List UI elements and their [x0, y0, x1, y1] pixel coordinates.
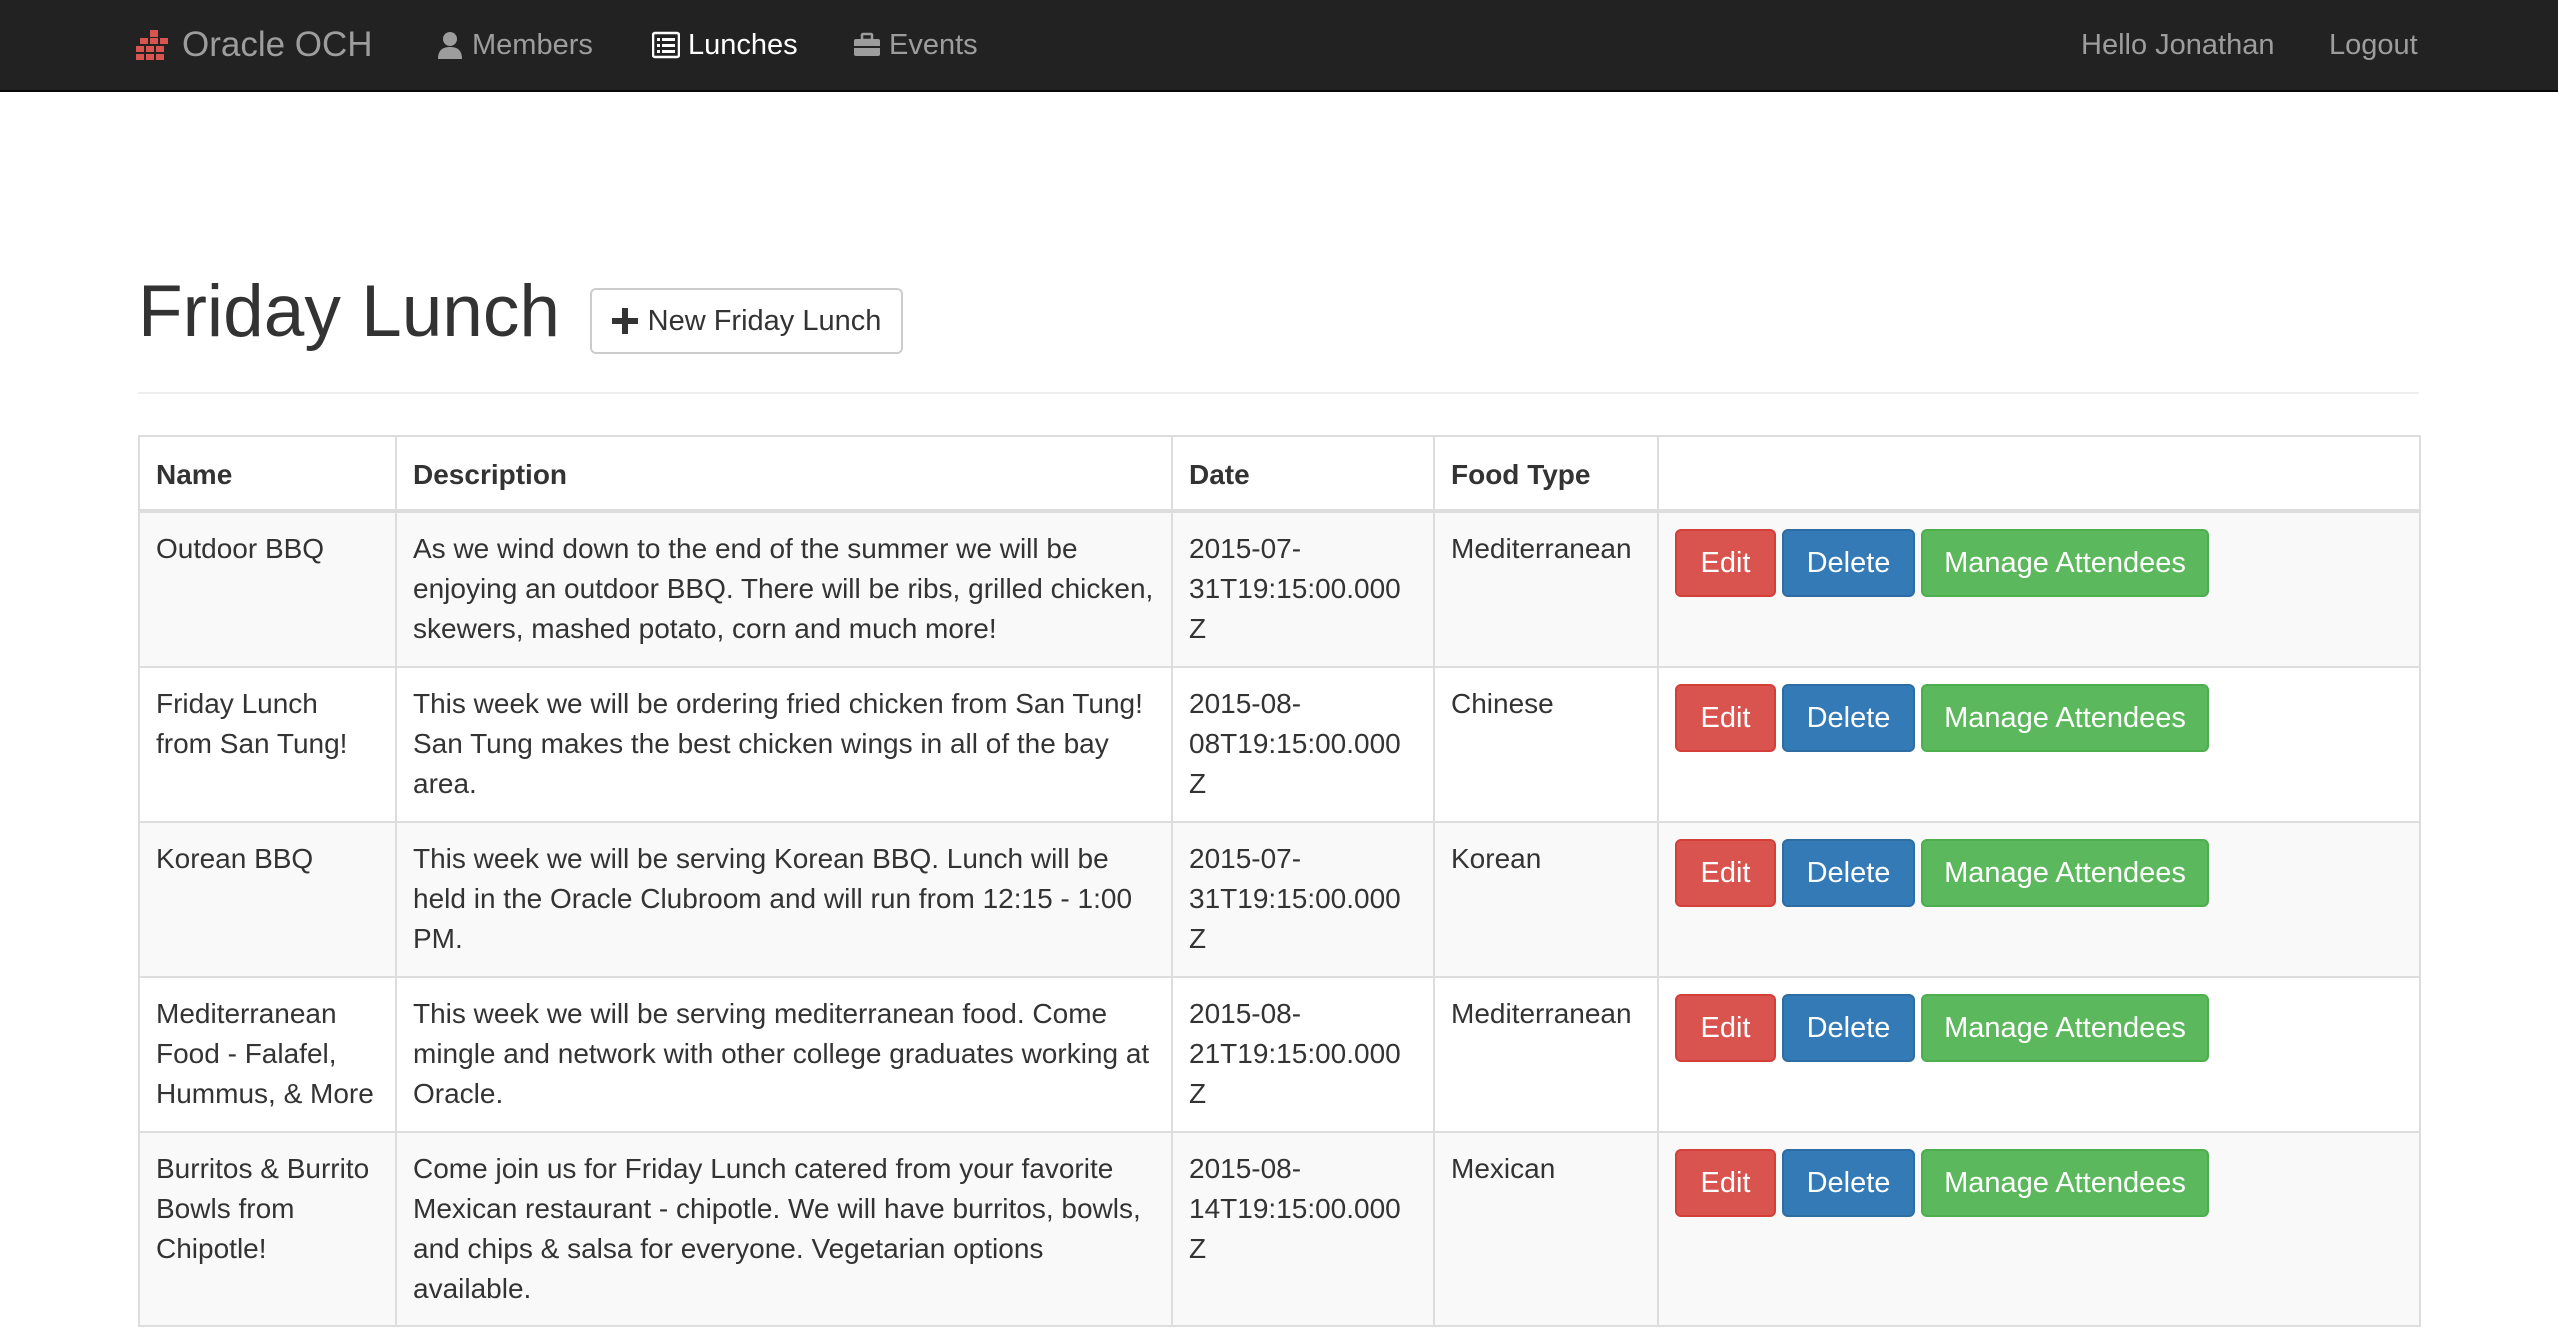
cell-food-type: Mediterranean [1433, 976, 1659, 1133]
logout-link[interactable]: Logout [2329, 0, 2418, 90]
briefcase-icon [854, 32, 880, 56]
manage-attendees-button[interactable]: Manage Attendees [1921, 529, 2209, 597]
cell-description: This week we will be serving Korean BBQ.… [395, 821, 1173, 978]
table-row: Outdoor BBQ As we wind down to the end o… [138, 510, 2421, 668]
brand-label: Oracle OCH [182, 25, 373, 64]
column-header-food-type: Food Type [1433, 435, 1659, 513]
new-friday-lunch-button[interactable]: New Friday Lunch [590, 288, 903, 354]
manage-attendees-button[interactable]: Manage Attendees [1921, 994, 2209, 1062]
table-row: Burritos & Burrito Bowls from Chipotle! … [138, 1131, 2421, 1327]
delete-button[interactable]: Delete [1782, 529, 1915, 597]
page-header: Friday Lunch New Friday Lunch [138, 262, 2419, 394]
delete-button[interactable]: Delete [1782, 994, 1915, 1062]
plus-icon [611, 308, 638, 334]
lunch-table: Name Description Date Food Type Outdoor … [138, 435, 2421, 1327]
cell-description: Come join us for Friday Lunch catered fr… [395, 1131, 1173, 1327]
edit-button[interactable]: Edit [1675, 684, 1776, 752]
brand-link[interactable]: Oracle OCH [136, 0, 373, 90]
cell-date: 2015-07-31T19:15:00.000Z [1171, 821, 1435, 978]
edit-button[interactable]: Edit [1675, 529, 1776, 597]
cell-actions: Edit Delete Manage Attendees [1657, 1131, 2421, 1327]
cell-name: Mediterranean Food - Falafel, Hummus, & … [138, 976, 397, 1133]
cell-food-type: Korean [1433, 821, 1659, 978]
cell-food-type: Mediterranean [1433, 510, 1659, 668]
cell-actions: Edit Delete Manage Attendees [1657, 821, 2421, 978]
column-header-description: Description [395, 435, 1173, 513]
manage-attendees-button[interactable]: Manage Attendees [1921, 839, 2209, 907]
cell-name: Friday Lunch from San Tung! [138, 666, 397, 823]
cell-name: Burritos & Burrito Bowls from Chipotle! [138, 1131, 397, 1327]
nav-lunches[interactable]: Lunches [652, 0, 798, 90]
cell-date: 2015-08-14T19:15:00.000Z [1171, 1131, 1435, 1327]
edit-button[interactable]: Edit [1675, 1149, 1776, 1217]
new-friday-lunch-label: New Friday Lunch [647, 304, 882, 337]
nav-members[interactable]: Members [436, 0, 593, 90]
cell-date: 2015-07-31T19:15:00.000Z [1171, 510, 1435, 668]
table-header-row: Name Description Date Food Type [138, 435, 2421, 513]
cell-actions: Edit Delete Manage Attendees [1657, 510, 2421, 668]
user-icon [438, 32, 462, 59]
cell-description: This week we will be serving mediterrane… [395, 976, 1173, 1133]
table-row: Mediterranean Food - Falafel, Hummus, & … [138, 976, 2421, 1133]
nav-members-label: Members [472, 28, 593, 61]
edit-button[interactable]: Edit [1675, 994, 1776, 1062]
cell-date: 2015-08-21T19:15:00.000Z [1171, 976, 1435, 1133]
column-header-name: Name [138, 435, 397, 513]
column-header-actions [1657, 435, 2421, 513]
manage-attendees-button[interactable]: Manage Attendees [1921, 684, 2209, 752]
nav-events-label: Events [889, 28, 978, 61]
cell-description: As we wind down to the end of the summer… [395, 510, 1173, 668]
table-row: Korean BBQ This week we will be serving … [138, 821, 2421, 978]
top-navbar: Oracle OCH Members Lunches Events Hello … [0, 0, 2558, 92]
nav-events[interactable]: Events [853, 0, 978, 90]
cell-date: 2015-08-08T19:15:00.000Z [1171, 666, 1435, 823]
delete-button[interactable]: Delete [1782, 839, 1915, 907]
manage-attendees-button[interactable]: Manage Attendees [1921, 1149, 2209, 1217]
nav-lunches-label: Lunches [688, 28, 798, 61]
cell-actions: Edit Delete Manage Attendees [1657, 976, 2421, 1133]
list-alt-icon [652, 31, 680, 59]
column-header-date: Date [1171, 435, 1435, 513]
table-row: Friday Lunch from San Tung! This week we… [138, 666, 2421, 823]
edit-button[interactable]: Edit [1675, 839, 1776, 907]
bar-chart-icon [136, 30, 168, 60]
delete-button[interactable]: Delete [1782, 684, 1915, 752]
cell-food-type: Mexican [1433, 1131, 1659, 1327]
cell-name: Korean BBQ [138, 821, 397, 978]
cell-description: This week we will be ordering fried chic… [395, 666, 1173, 823]
user-greeting: Hello Jonathan [2081, 28, 2275, 61]
cell-actions: Edit Delete Manage Attendees [1657, 666, 2421, 823]
delete-button[interactable]: Delete [1782, 1149, 1915, 1217]
page-title: Friday Lunch [138, 271, 560, 352]
cell-food-type: Chinese [1433, 666, 1659, 823]
cell-name: Outdoor BBQ [138, 510, 397, 668]
